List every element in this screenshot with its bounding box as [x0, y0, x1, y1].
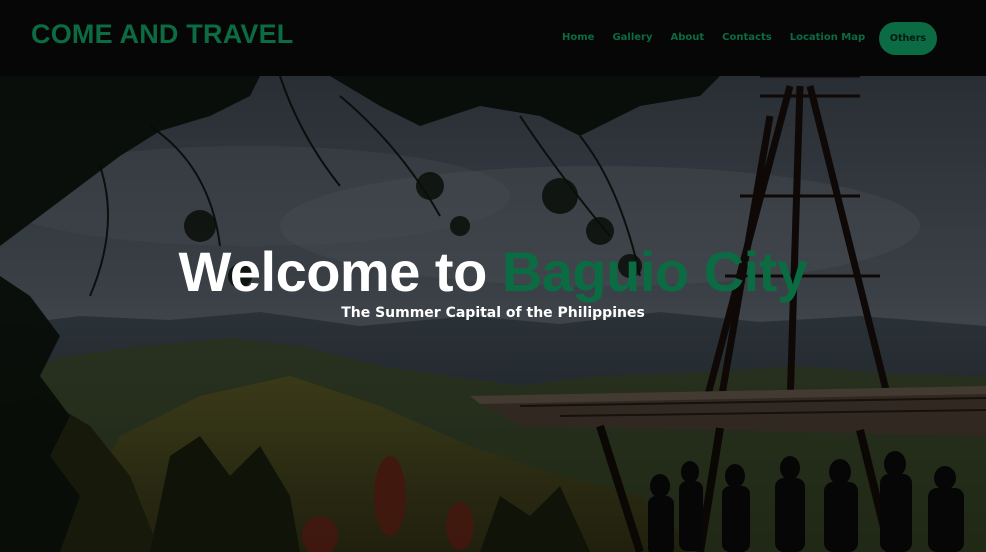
- nav-links: Home Gallery About Contacts Location Map: [562, 32, 883, 43]
- navbar: COME AND TRAVEL Home Gallery About Conta…: [0, 0, 986, 76]
- nav-link-home[interactable]: Home: [562, 32, 594, 43]
- brand-logo-text[interactable]: COME AND TRAVEL: [31, 19, 294, 50]
- nav-link-contacts[interactable]: Contacts: [722, 32, 772, 43]
- nav-link-about[interactable]: About: [671, 32, 705, 43]
- hero-title-prefix: Welcome to: [178, 240, 502, 303]
- hero-subtitle: The Summer Capital of the Philippines: [341, 305, 645, 321]
- hero-section: Welcome to Baguio City The Summer Capita…: [0, 76, 986, 552]
- hero-title: Welcome to Baguio City: [0, 240, 986, 304]
- hero-title-accent: Baguio City: [501, 240, 808, 303]
- nav-link-location-map[interactable]: Location Map: [790, 32, 865, 43]
- others-button[interactable]: Others: [879, 22, 937, 55]
- nav-link-gallery[interactable]: Gallery: [612, 32, 652, 43]
- page: COME AND TRAVEL Home Gallery About Conta…: [0, 0, 986, 552]
